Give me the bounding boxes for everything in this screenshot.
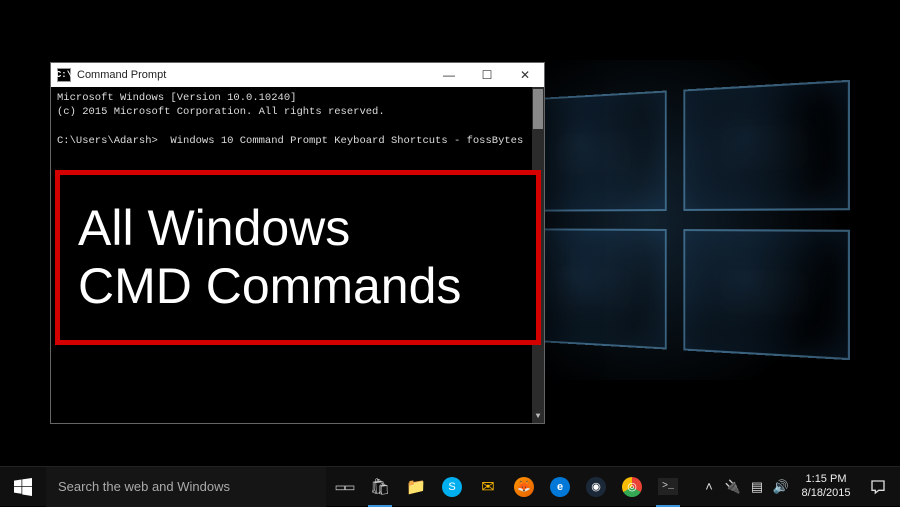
- task-view-button[interactable]: ▭▭: [326, 467, 362, 507]
- scroll-thumb[interactable]: [533, 89, 543, 129]
- action-center-button[interactable]: [860, 467, 896, 507]
- edge-icon: e: [550, 477, 570, 497]
- clock[interactable]: 1:15 PM 8/18/2015: [794, 469, 858, 503]
- taskbar-app-terminal[interactable]: >_: [650, 467, 686, 507]
- headline-text: All Windows CMD Commands: [78, 200, 461, 315]
- logo-pane: [683, 80, 850, 211]
- terminal-line: Microsoft Windows [Version 10.0.10240]: [57, 92, 296, 104]
- search-placeholder: Search the web and Windows: [58, 479, 230, 494]
- steam-icon: ◉: [586, 477, 606, 497]
- titlebar[interactable]: C:\ Command Prompt — ☐ ✕: [51, 63, 544, 87]
- taskbar-app-skype[interactable]: S: [434, 467, 470, 507]
- tray-overflow-button[interactable]: ˄: [698, 467, 720, 507]
- scroll-down-icon[interactable]: ▼: [532, 411, 544, 423]
- terminal-line: C:\Users\Adarsh> Windows 10 Command Prom…: [57, 135, 523, 147]
- power-icon[interactable]: 🔌: [722, 467, 744, 507]
- maximize-button[interactable]: ☐: [468, 63, 506, 87]
- taskbar-app-store[interactable]: 🛍: [362, 467, 398, 507]
- chrome-icon: ◎: [622, 477, 642, 497]
- taskbar-app-explorer[interactable]: 📁: [398, 467, 434, 507]
- terminal-line: (c) 2015 Microsoft Corporation. All righ…: [57, 106, 385, 118]
- taskbar-app-edge[interactable]: e: [542, 467, 578, 507]
- terminal-icon: >_: [658, 478, 678, 495]
- taskbar-app-mail[interactable]: ✉: [470, 467, 506, 507]
- taskbar-app-firefox[interactable]: 🦊: [506, 467, 542, 507]
- taskbar-app-chrome[interactable]: ◎: [614, 467, 650, 507]
- taskbar-app-steam[interactable]: ◉: [578, 467, 614, 507]
- logo-pane: [524, 228, 667, 349]
- logo-pane: [683, 229, 850, 360]
- taskbar: Search the web and Windows ▭▭ 🛍 📁 S ✉ 🦊 …: [0, 466, 900, 506]
- notification-icon: [870, 479, 886, 495]
- clock-date: 8/18/2015: [798, 487, 854, 500]
- system-tray: ˄ 🔌 ▤ 🔊 1:15 PM 8/18/2015: [698, 467, 900, 507]
- close-button[interactable]: ✕: [506, 63, 544, 87]
- clock-time: 1:15 PM: [798, 473, 854, 486]
- start-button[interactable]: [0, 467, 46, 507]
- mail-icon: ✉: [481, 477, 494, 497]
- search-input[interactable]: Search the web and Windows: [46, 467, 326, 507]
- windows-logo-icon: [14, 478, 32, 496]
- skype-icon: S: [442, 477, 462, 497]
- headline-overlay: All Windows CMD Commands: [55, 170, 541, 345]
- taskview-icon: ▭▭: [335, 480, 354, 494]
- window-title: Command Prompt: [77, 69, 430, 81]
- volume-icon[interactable]: 🔊: [770, 467, 792, 507]
- network-icon[interactable]: ▤: [746, 467, 768, 507]
- cmd-app-icon: C:\: [57, 68, 71, 82]
- folder-icon: 📁: [406, 477, 426, 497]
- windows-logo-backdrop: [524, 80, 850, 360]
- store-icon: 🛍: [370, 477, 390, 497]
- firefox-icon: 🦊: [514, 477, 534, 497]
- minimize-button[interactable]: —: [430, 63, 468, 87]
